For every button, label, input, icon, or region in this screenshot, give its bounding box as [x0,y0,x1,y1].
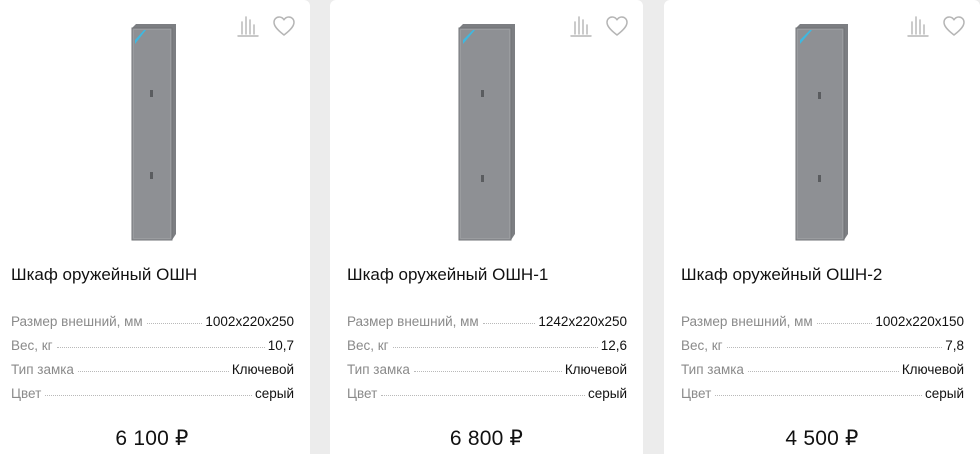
spec-value: 1002x220x150 [875,314,964,329]
spec-dots [413,371,562,372]
product-card[interactable]: Шкаф оружейный ОШН Размер внешний, мм 10… [0,0,310,454]
product-image[interactable] [122,20,182,242]
spec-value: серый [924,386,964,401]
product-card[interactable]: Шкаф оружейный ОШН-2 Размер внешний, мм … [664,0,980,454]
compare-icon[interactable] [236,14,260,38]
spec-value: 7,8 [945,338,964,353]
spec-label: Тип замка [347,362,410,377]
card-actions [569,14,629,38]
heart-icon[interactable] [605,14,629,38]
spec-dots [381,395,585,396]
spec-label: Цвет [347,386,378,401]
spec-row: Тип замка Ключевой [681,353,964,377]
compare-icon[interactable] [906,14,930,38]
card-actions [236,14,296,38]
heart-icon[interactable] [272,14,296,38]
spec-label: Размер внешний, мм [11,314,143,329]
spec-value: серый [587,386,627,401]
spec-value: 12,6 [600,338,627,353]
spec-label: Цвет [681,386,712,401]
spec-row: Тип замка Ключевой [347,353,627,377]
spec-dots [482,323,536,324]
spec-value: Ключевой [231,362,294,377]
heart-icon[interactable] [942,14,966,38]
spec-row: Вес, кг 10,7 [11,329,294,353]
product-title[interactable]: Шкаф оружейный ОШН [11,265,197,285]
spec-label: Вес, кг [11,338,53,353]
spec-value: 1002x220x250 [205,314,294,329]
spec-dots [816,323,873,324]
spec-list: Размер внешний, мм 1002x220x250 Вес, кг … [11,305,294,401]
spec-label: Цвет [11,386,42,401]
product-image[interactable] [792,20,852,242]
spec-row: Цвет серый [681,377,964,401]
spec-label: Вес, кг [681,338,723,353]
spec-row: Размер внешний, мм 1002x220x150 [681,305,964,329]
card-actions [906,14,966,38]
spec-row: Размер внешний, мм 1242x220x250 [347,305,627,329]
spec-row: Цвет серый [11,377,294,401]
product-title[interactable]: Шкаф оружейный ОШН-2 [681,265,882,285]
spec-dots [726,347,943,348]
product-price: 6 800 ₽ [449,427,524,450]
spec-value: серый [254,386,294,401]
product-price: 6 100 ₽ [115,427,189,450]
spec-label: Вес, кг [347,338,389,353]
spec-value: 1242x220x250 [538,314,627,329]
spec-dots [747,371,899,372]
spec-row: Вес, кг 12,6 [347,329,627,353]
spec-label: Тип замка [11,362,74,377]
spec-list: Размер внешний, мм 1002x220x150 Вес, кг … [681,305,964,401]
spec-label: Тип замка [681,362,744,377]
compare-icon[interactable] [569,14,593,38]
spec-value: 10,7 [267,338,294,353]
product-price: 4 500 ₽ [785,427,859,450]
spec-row: Цвет серый [347,377,627,401]
spec-dots [56,347,265,348]
spec-dots [392,347,598,348]
product-image[interactable] [457,20,517,242]
spec-value: Ключевой [901,362,964,377]
spec-dots [77,371,229,372]
spec-label: Размер внешний, мм [681,314,813,329]
spec-row: Тип замка Ключевой [11,353,294,377]
spec-row: Размер внешний, мм 1002x220x250 [11,305,294,329]
spec-list: Размер внешний, мм 1242x220x250 Вес, кг … [347,305,627,401]
product-card[interactable]: Шкаф оружейный ОШН-1 Размер внешний, мм … [330,0,643,454]
spec-value: Ключевой [564,362,627,377]
spec-row: Вес, кг 7,8 [681,329,964,353]
product-title[interactable]: Шкаф оружейный ОШН-1 [347,265,548,285]
spec-label: Размер внешний, мм [347,314,479,329]
product-grid: Шкаф оружейный ОШН Размер внешний, мм 10… [0,0,980,454]
spec-dots [146,323,203,324]
spec-dots [45,395,252,396]
spec-dots [715,395,922,396]
